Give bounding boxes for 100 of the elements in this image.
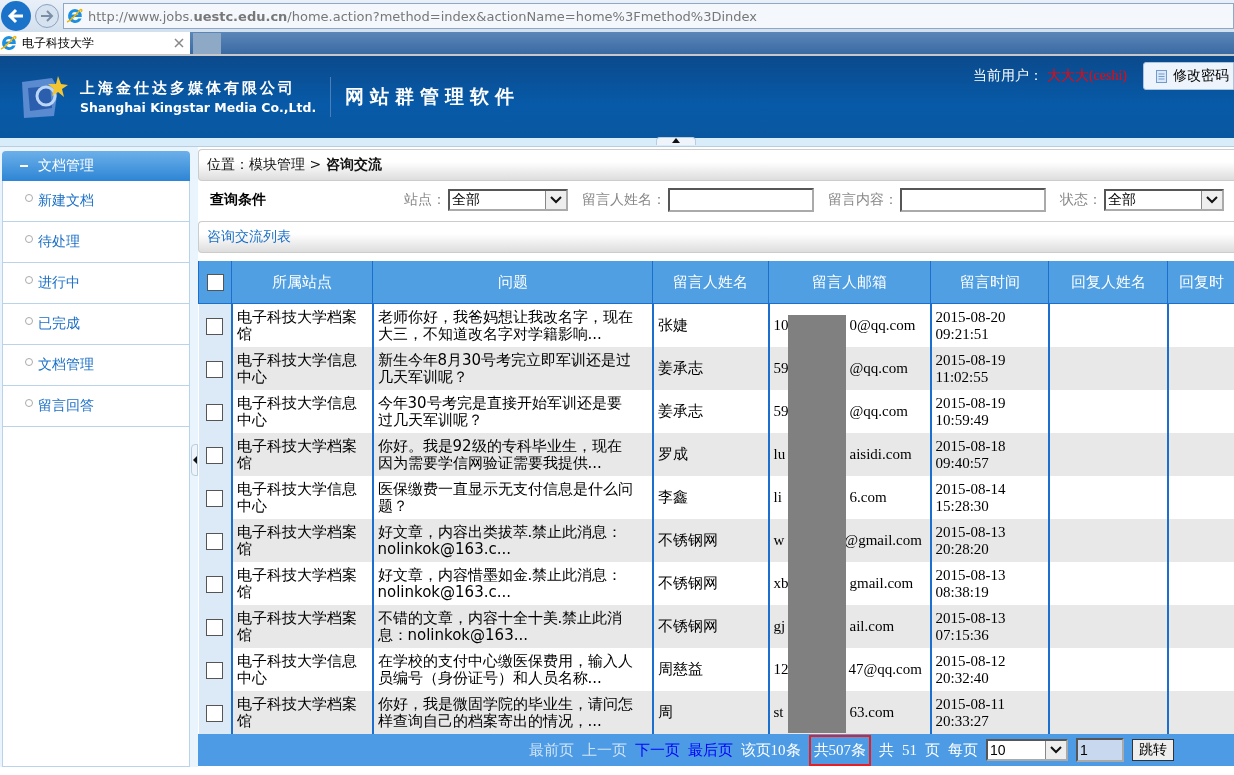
- input-field[interactable]: [900, 188, 1046, 212]
- table-cell: 2015-08-13 08:38:19: [930, 562, 1049, 605]
- table-cell: @qq.com: [849, 403, 908, 420]
- forward-arrow-icon: [40, 10, 54, 22]
- checkbox[interactable]: [206, 618, 223, 636]
- table-cell: @qq.com: [849, 360, 908, 377]
- table-cell-text: gj: [773, 618, 787, 635]
- jump-button[interactable]: 跳转: [1132, 739, 1174, 761]
- sidebar-item[interactable]: 已完成: [2, 304, 190, 345]
- table-cell: 电子科技大学档案馆: [231, 433, 373, 476]
- table-cell: 2015-08-11 20:33:27: [930, 691, 1049, 734]
- checkbox[interactable]: [206, 274, 224, 291]
- table-cell: 电子科技大学档案馆: [231, 519, 373, 562]
- checkbox[interactable]: [206, 661, 223, 679]
- per-page-label: 每页: [948, 740, 978, 760]
- column-header: 回复人姓名: [1048, 261, 1168, 304]
- close-icon[interactable]: [174, 38, 184, 48]
- table-cell: 电子科技大学档案馆: [231, 605, 373, 648]
- table-cell: 电子科技大学信息中心: [231, 390, 373, 433]
- page-link[interactable]: 下一页: [634, 740, 680, 760]
- table-cell: 63.com: [849, 704, 895, 721]
- table-cell: gmail.com: [849, 575, 914, 592]
- company-name-english: Shanghai Kingstar Media Co.,Ltd.: [80, 100, 317, 115]
- table-cell-text: li: [773, 489, 783, 506]
- table-cell: 2015-08-13 20:28:20: [930, 519, 1049, 562]
- table-cell: 张婕: [652, 303, 769, 347]
- table-cell: 2015-08-18 09:40:57: [930, 433, 1049, 476]
- page-link: 最前页: [528, 740, 574, 760]
- table-cell: 老师你好，我爸妈想让我改名字，现在大三，不知道改名字对学籍影响...: [372, 303, 653, 347]
- address-field[interactable]: http://www.jobs.uestc.edu.cn/home.action?method=index&actionName=home%3Fmethod%3Dindex: [63, 3, 1234, 29]
- table-cell: 0@qq.com: [849, 317, 916, 334]
- field-label: 留言内容：: [828, 191, 898, 209]
- back-button[interactable]: [1, 1, 31, 31]
- tab-title: 电子科技大学: [22, 34, 94, 52]
- sidebar-item[interactable]: 新建文档: [2, 181, 190, 222]
- table-cell: 今年30号考完是直接开始军训还是要过几天军训呢？: [372, 390, 653, 433]
- forward-button[interactable]: [35, 4, 59, 28]
- checkbox[interactable]: [206, 403, 223, 421]
- table-cell: 电子科技大学档案馆: [231, 691, 373, 734]
- table-cell: 电子科技大学信息中心: [231, 476, 373, 519]
- caret-icon: [1206, 196, 1218, 204]
- table-cell-text: lu: [773, 446, 787, 463]
- table-cell: 2015-08-19 11:02:55: [930, 347, 1049, 390]
- checkbox[interactable]: [206, 575, 223, 593]
- table-cell: 不锈钢网: [652, 562, 769, 605]
- column-header: 留言时间: [930, 261, 1049, 304]
- sidebar-title: 文档管理: [38, 157, 94, 175]
- input-field[interactable]: [668, 188, 814, 212]
- table-cell: 59: [773, 360, 790, 377]
- column-header: 回复时: [1167, 261, 1234, 304]
- table-cell: 2015-08-14 15:28:30: [930, 476, 1049, 519]
- column-header: 所属站点: [231, 261, 373, 304]
- checkbox[interactable]: [206, 360, 223, 378]
- table-cell: 电子科技大学档案馆: [231, 562, 373, 605]
- page-row-count: 该页10条: [740, 740, 801, 760]
- checkbox[interactable]: [206, 704, 223, 722]
- table-cell: 周: [652, 691, 769, 734]
- dropdown[interactable]: 全部: [1104, 189, 1224, 211]
- sidebar-item[interactable]: 待处理: [2, 222, 190, 263]
- table-cell: 罗成: [652, 433, 769, 476]
- change-password-button[interactable]: 修改密码: [1143, 62, 1234, 90]
- sidebar-header[interactable]: 文档管理: [2, 151, 190, 181]
- dropdown[interactable]: 全部: [448, 189, 568, 211]
- caret-icon: [1050, 746, 1062, 754]
- table-cell: 新生今年8月30号考完立即军训还是过几天军训呢？: [372, 347, 653, 390]
- sidebar-item[interactable]: 文档管理: [2, 345, 190, 386]
- url-text: http://www.jobs.uestc.edu.cn/home.action?method=index&actionName=home%3Fmethod%3Dindex: [88, 8, 758, 24]
- table-cell: 姜承志: [652, 347, 769, 390]
- table-cell: 47@qq.com: [848, 661, 922, 678]
- minus-icon: [20, 165, 28, 167]
- checkbox[interactable]: [206, 446, 223, 464]
- table-cell: 2015-08-19 10:59:49: [930, 390, 1049, 433]
- table-cell: 10: [773, 317, 790, 334]
- field-label: 站点：: [404, 191, 446, 209]
- checkbox[interactable]: [206, 532, 223, 550]
- back-arrow-icon: [7, 8, 25, 24]
- table-cell: xb: [773, 575, 790, 592]
- page-link: 上一页: [581, 740, 627, 760]
- pages-label: 共: [879, 740, 894, 760]
- column-header: 问题: [372, 261, 653, 304]
- document-icon: [1156, 69, 1167, 83]
- table-cell: 电子科技大学信息中心: [231, 648, 373, 691]
- caret-icon: [550, 196, 562, 204]
- sidebar-item[interactable]: 进行中: [2, 263, 190, 304]
- sidebar-item[interactable]: 留言回答: [2, 386, 190, 427]
- table-cell: 2015-08-20 09:21:51: [930, 303, 1049, 347]
- table-cell: 李鑫: [652, 476, 769, 519]
- checkbox[interactable]: [206, 489, 223, 507]
- checkbox[interactable]: [206, 317, 223, 335]
- page-input[interactable]: 1: [1076, 738, 1124, 762]
- table-cell: aisidi.com: [849, 446, 912, 463]
- query-title: 查询条件: [210, 191, 267, 209]
- table-cell: ail.com: [849, 618, 895, 635]
- column-header: 留言人邮箱: [768, 261, 931, 304]
- field-label: 状态：: [1060, 191, 1102, 209]
- table-cell: 12: [773, 661, 789, 678]
- page-link[interactable]: 最后页: [687, 740, 733, 760]
- per-page-dropdown[interactable]: 10: [986, 739, 1068, 761]
- browser-tab[interactable]: 电子科技大学: [0, 32, 190, 54]
- table-cell: 你好，我是微固学院的毕业生，请问怎样查询自己的档案寄出的情况，...: [372, 691, 653, 734]
